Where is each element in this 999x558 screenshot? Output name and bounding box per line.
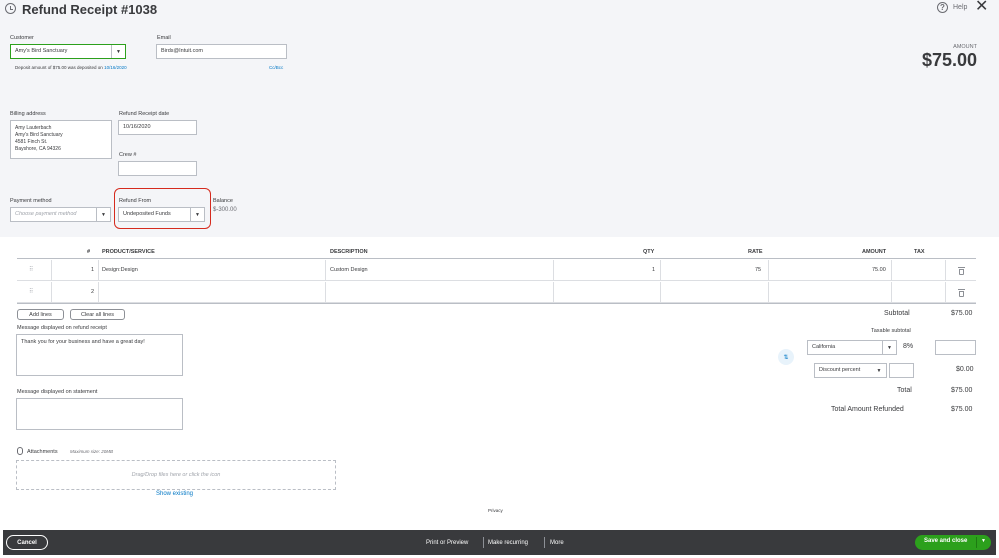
page-title: Refund Receipt #1038 xyxy=(22,2,158,17)
deposit-date-link[interactable]: 10/16/2020 xyxy=(104,65,127,70)
chevron-down-icon[interactable]: ▼ xyxy=(872,364,886,377)
total-refunded-label: Total Amount Refunded xyxy=(831,406,904,413)
show-existing-link[interactable]: Show existing xyxy=(156,491,193,497)
cc-bcc-link[interactable]: Cc/Bcc xyxy=(269,65,283,70)
paperclip-icon xyxy=(17,447,23,455)
payment-method-placeholder: Choose payment method xyxy=(15,211,77,217)
customer-value: Amy's Bird Sanctuary xyxy=(15,48,68,54)
privacy-link[interactable]: Privacy xyxy=(488,508,503,513)
attachment-dropzone[interactable]: Drag/Drop files here or click the icon xyxy=(16,460,336,490)
statement-message-field[interactable] xyxy=(16,398,183,430)
discount-type-select[interactable]: Discount percent ▼ xyxy=(814,363,887,378)
row-amount[interactable]: 75.00 xyxy=(872,260,886,280)
save-and-close-button[interactable]: Save and close ▼ xyxy=(915,535,991,550)
total-label: Total xyxy=(897,387,912,394)
trash-icon[interactable] xyxy=(958,289,965,297)
total-value: $75.00 xyxy=(951,387,973,394)
row-qty[interactable]: 1 xyxy=(652,260,655,280)
deposit-note: Deposit amount of $75.00 was deposited o… xyxy=(15,65,127,70)
receipt-date-label: Refund Receipt date xyxy=(119,111,170,117)
more-button[interactable]: More xyxy=(550,530,564,555)
save-and-close-label: Save and close xyxy=(924,538,968,544)
row-num: 1 xyxy=(91,267,95,273)
payment-method-label: Payment method xyxy=(10,198,52,204)
row-description[interactable]: Custom Design xyxy=(330,260,368,280)
amount-value: $75.00 xyxy=(921,50,977,70)
tax-region-value: California xyxy=(812,344,836,350)
close-icon[interactable]: ✕ xyxy=(975,0,988,15)
table-divider xyxy=(17,303,976,304)
customer-label: Customer xyxy=(10,35,34,41)
col-description: DESCRIPTION xyxy=(330,248,368,255)
col-product: PRODUCT/SERVICE xyxy=(102,248,155,255)
receipt-message-field[interactable]: Thank you for your business and have a g… xyxy=(16,334,183,376)
clear-all-lines-button[interactable]: Clear all lines xyxy=(70,309,125,320)
tax-amount-field[interactable] xyxy=(935,340,976,355)
discount-value: $0.00 xyxy=(956,366,974,373)
highlight-box xyxy=(114,188,211,229)
add-lines-button[interactable]: Add lines xyxy=(17,309,64,320)
tax-region-select[interactable]: California ▼ xyxy=(807,340,897,355)
col-tax: TAX xyxy=(914,248,925,255)
table-row[interactable]: ⠿ 1 Design:Design Custom Design 1 75 75.… xyxy=(17,260,976,281)
billing-line: Amy Lauterbach xyxy=(15,125,52,131)
make-recurring-button[interactable]: Make recurring xyxy=(488,530,528,555)
subtotal-label: Subtotal xyxy=(884,310,910,317)
discount-type-value: Discount percent xyxy=(819,367,861,373)
sort-arrows-icon[interactable]: ⇅ xyxy=(778,349,794,365)
tax-rate: 8% xyxy=(903,343,914,350)
billing-address-label: Billing address xyxy=(10,111,46,117)
attachments-max-size: Maximum size: 20MB xyxy=(70,449,114,454)
drag-handle-icon[interactable]: ⠿ xyxy=(29,288,33,295)
chevron-down-icon[interactable]: ▼ xyxy=(981,538,986,544)
chevron-down-icon[interactable]: ▼ xyxy=(96,208,110,221)
col-rate: RATE xyxy=(748,248,763,255)
deposit-note-text: Deposit amount of $75.00 was deposited o… xyxy=(15,65,103,70)
billing-line: Amy's Bird Sanctuary xyxy=(15,132,63,138)
row-rate[interactable]: 75 xyxy=(755,260,761,280)
receipt-message-label: Message displayed on refund receipt xyxy=(17,325,107,331)
billing-line: Bayshore, CA 94326 xyxy=(15,146,61,152)
print-preview-button[interactable]: Print or Preview xyxy=(426,530,468,555)
help-icon[interactable]: ? xyxy=(937,2,948,13)
crew-label: Crew # xyxy=(119,152,137,158)
receipt-date-field[interactable]: 10/16/2020 xyxy=(118,120,197,135)
col-num: # xyxy=(87,248,91,255)
drag-handle-icon[interactable]: ⠿ xyxy=(29,266,33,273)
row-num: 2 xyxy=(91,289,95,295)
cancel-button[interactable]: Cancel xyxy=(6,535,48,550)
balance-value: $-300.00 xyxy=(213,207,237,213)
col-qty: QTY xyxy=(643,248,655,255)
email-field[interactable]: Birds@Intuit.com xyxy=(156,44,287,59)
statement-message-label: Message displayed on statement xyxy=(17,389,98,395)
receipt-date-value: 10/16/2020 xyxy=(123,124,151,130)
table-header: # PRODUCT/SERVICE DESCRIPTION QTY RATE A… xyxy=(17,245,976,259)
email-value: Birds@Intuit.com xyxy=(161,48,203,54)
email-label: Email xyxy=(157,35,171,41)
attachments-label: Attachments xyxy=(27,449,58,455)
balance-label: Balance xyxy=(213,198,233,204)
customer-select[interactable]: Amy's Bird Sanctuary ▼ xyxy=(10,44,126,59)
subtotal-value: $75.00 xyxy=(951,310,973,317)
discount-field[interactable] xyxy=(889,363,914,378)
history-icon[interactable] xyxy=(5,3,16,14)
help-link[interactable]: Help xyxy=(953,4,967,11)
table-row[interactable]: ⠿ 2 xyxy=(17,282,976,303)
billing-line: 4581 Finch St. xyxy=(15,139,48,145)
dropzone-hint: Drag/Drop files here or click the icon xyxy=(131,472,221,478)
col-amount: AMOUNT xyxy=(862,248,887,255)
crew-field[interactable] xyxy=(118,161,197,176)
taxable-subtotal-label: Taxable subtotal xyxy=(871,328,911,334)
row-product[interactable]: Design:Design xyxy=(102,260,138,280)
payment-method-select[interactable]: Choose payment method ▼ xyxy=(10,207,111,222)
chevron-down-icon[interactable]: ▼ xyxy=(882,341,896,354)
billing-address-field[interactable]: Amy Lauterbach Amy's Bird Sanctuary 4581… xyxy=(10,120,112,159)
chevron-down-icon[interactable]: ▼ xyxy=(111,45,125,58)
trash-icon[interactable] xyxy=(958,267,965,275)
footer-bar: Cancel Print or Preview Make recurring M… xyxy=(3,530,996,555)
total-refunded-value: $75.00 xyxy=(951,406,973,413)
